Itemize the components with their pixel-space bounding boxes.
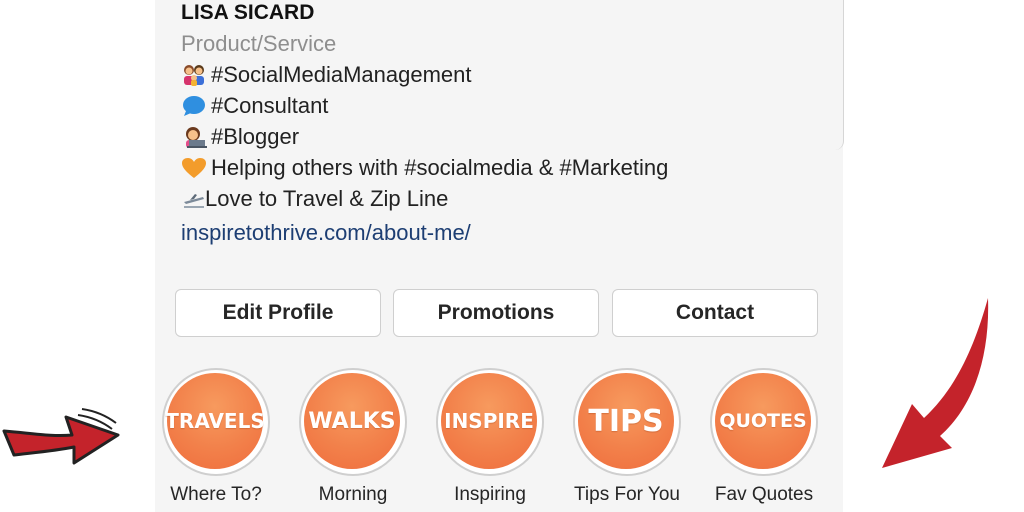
highlight-cover: WALKS <box>304 373 400 469</box>
profile-link[interactable]: inspiretothrive.com/about-me/ <box>181 220 471 246</box>
bio-text: #SocialMediaManagement <box>211 62 472 87</box>
bio-line: #Blogger <box>181 124 299 150</box>
bio-text: #Consultant <box>211 93 329 118</box>
airplane-emoji-icon <box>181 188 204 210</box>
bio-line: #Consultant <box>181 93 328 119</box>
bio-line: #SocialMediaManagement <box>181 62 472 88</box>
red-arrow-right-icon <box>2 408 120 465</box>
highlight-label: Where To? <box>170 484 262 505</box>
bio-text: #Blogger <box>211 124 300 149</box>
orange-heart-emoji-icon <box>181 157 207 179</box>
highlight-cover: TIPS <box>578 373 674 469</box>
highlight-label: Morning <box>318 484 388 505</box>
edit-profile-button[interactable]: Edit Profile <box>175 289 381 337</box>
red-arrow-down-left-icon <box>882 298 989 468</box>
highlight-cover: INSPIRE <box>441 373 537 469</box>
bio-text: Helping others with #socialmedia & #Mark… <box>211 155 669 180</box>
profile-category: Product/Service <box>181 31 337 56</box>
profile-name: LISA SICARD <box>181 1 315 24</box>
contact-button[interactable]: Contact <box>612 289 818 337</box>
speech-bubble-emoji-icon <box>181 95 207 117</box>
panel-edge <box>835 0 844 150</box>
woman-laptop-emoji-icon <box>181 126 207 148</box>
bio-text: Love to Travel & Zip Line <box>205 186 449 211</box>
promotions-button[interactable]: Promotions <box>393 289 599 337</box>
bio-line: Love to Travel & Zip Line <box>181 186 448 212</box>
highlight-label: Tips For You <box>574 484 680 505</box>
family-emoji-icon <box>181 64 207 86</box>
bio-line: Helping others with #socialmedia & #Mark… <box>181 155 668 181</box>
highlight-label: Fav Quotes <box>714 484 814 505</box>
highlight-cover: QUOTES <box>715 373 811 469</box>
highlight-label: Inspiring <box>454 484 526 505</box>
highlight-cover: TRAVELS <box>165 373 265 469</box>
